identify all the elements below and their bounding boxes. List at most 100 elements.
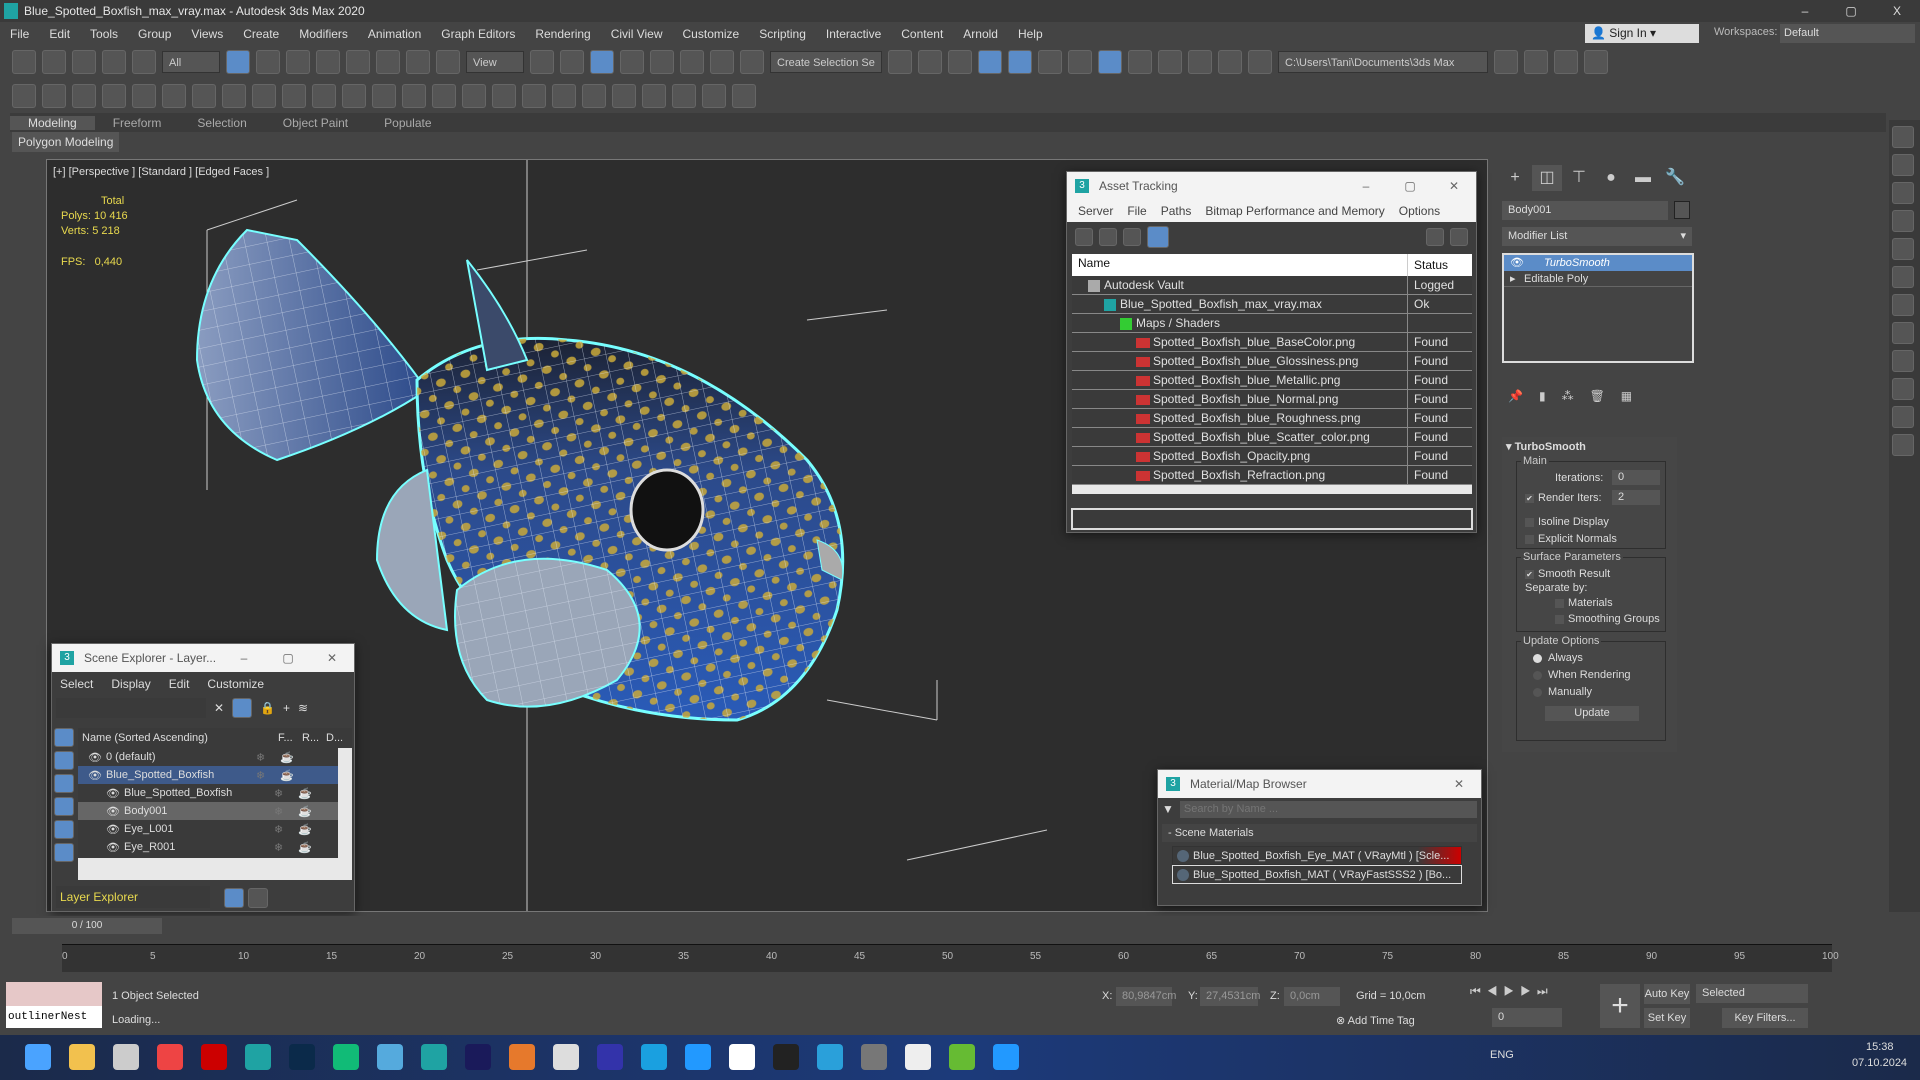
renderable-teapot-icon[interactable]: ☕: [280, 769, 300, 782]
project-icon[interactable]: [1494, 50, 1518, 74]
render-region-icon[interactable]: [672, 84, 696, 108]
iterations-spinner[interactable]: 0: [1612, 470, 1660, 485]
isolate-icon[interactable]: [12, 84, 36, 108]
maxscript-listener-top[interactable]: [6, 982, 102, 1006]
ribbon-icon[interactable]: [1008, 50, 1032, 74]
object-name-field[interactable]: Body001: [1502, 201, 1668, 220]
column-display[interactable]: D...: [326, 732, 343, 744]
show-end-result-icon[interactable]: ▮: [1539, 389, 1546, 403]
render-frame-icon[interactable]: [72, 84, 96, 108]
snap-icon[interactable]: [620, 50, 644, 74]
sphere-icon[interactable]: [282, 84, 306, 108]
scene-materials-group[interactable]: - Scene Materials: [1162, 824, 1477, 842]
app-blue-icon[interactable]: [685, 1044, 711, 1070]
freeze-icon[interactable]: ❄: [256, 769, 280, 782]
z-coordinate[interactable]: 0,0cm: [1284, 987, 1340, 1006]
project-folder-icon[interactable]: [1524, 50, 1548, 74]
menu-scripting[interactable]: Scripting: [749, 27, 816, 41]
list-view-icon[interactable]: [1099, 228, 1117, 246]
project-new-icon[interactable]: [1584, 50, 1608, 74]
menu-create[interactable]: Create: [233, 27, 289, 41]
close-button[interactable]: ✕: [1437, 777, 1481, 791]
freeze-icon[interactable]: ❄: [274, 823, 298, 836]
polygon-modeling-panel[interactable]: Polygon Modeling: [12, 132, 120, 152]
align-icon[interactable]: [918, 50, 942, 74]
material-item[interactable]: Blue_Spotted_Boxfish_MAT ( VRayFastSSS2 …: [1172, 865, 1462, 884]
hair-icon[interactable]: [462, 84, 486, 108]
rotate-icon[interactable]: [376, 50, 400, 74]
terminal-icon[interactable]: [773, 1044, 799, 1070]
g-app-icon[interactable]: [509, 1044, 535, 1070]
move-icon[interactable]: [346, 50, 370, 74]
shade-icon[interactable]: [42, 84, 66, 108]
spacewarps-filter-icon[interactable]: [54, 843, 74, 862]
ribbon-tab-freeform[interactable]: Freeform: [95, 116, 180, 130]
keyboard-shortcut-icon[interactable]: [590, 50, 614, 74]
x-coordinate[interactable]: 80,9847cm: [1116, 987, 1176, 1006]
menu-interactive[interactable]: Interactive: [816, 27, 891, 41]
scene-search-input[interactable]: [56, 698, 206, 718]
asset-row[interactable]: Spotted_Boxfish_blue_BaseColor.png Found: [1072, 333, 1472, 352]
start-icon[interactable]: [25, 1044, 51, 1070]
scene-tree-row[interactable]: 👁 Blue_Spotted_Boxfish ❄ ☕: [78, 784, 338, 802]
asset-menu-item[interactable]: Options: [1392, 204, 1447, 218]
material-ball-icon[interactable]: [642, 84, 666, 108]
close-button[interactable]: ✕: [1432, 179, 1476, 193]
bind-space-warp-icon[interactable]: [132, 50, 156, 74]
menu-modifiers[interactable]: Modifiers: [289, 27, 358, 41]
make-unique-icon[interactable]: ⁂: [1562, 389, 1574, 403]
stack-item-turbosmooth[interactable]: 👁 TurboSmooth: [1504, 255, 1692, 271]
link-icon[interactable]: [72, 50, 96, 74]
update-button[interactable]: Update: [1545, 706, 1639, 721]
clock-time[interactable]: 15:38: [1866, 1041, 1894, 1053]
explicit-normals-checkbox[interactable]: Explicit Normals: [1525, 533, 1617, 545]
pin-stack-icon[interactable]: 📌: [1508, 389, 1523, 403]
render-frame-icon[interactable]: [1158, 50, 1182, 74]
frame-buffer-icon[interactable]: [552, 84, 576, 108]
scene-menu-item[interactable]: Display: [111, 677, 150, 691]
scene-tree-row[interactable]: 👁 Blue_Spotted_Boxfish ❄ ☕: [78, 766, 338, 784]
scene-tree-row[interactable]: 👁 Eye_L001 ❄ ☕: [78, 820, 338, 838]
close-button[interactable]: ✕: [310, 651, 354, 665]
photoshop-icon[interactable]: [289, 1044, 315, 1070]
object-color-swatch[interactable]: [1674, 201, 1690, 219]
yandex-icon[interactable]: [729, 1044, 755, 1070]
scale-icon[interactable]: [406, 50, 430, 74]
maximize-button[interactable]: ▢: [266, 651, 310, 665]
light-lister-icon[interactable]: [162, 84, 186, 108]
ribbon-tab-object-paint[interactable]: Object Paint: [265, 116, 366, 130]
display-tab-icon[interactable]: ▬: [1628, 165, 1658, 191]
eye-icon[interactable]: 👁: [1510, 255, 1524, 271]
current-frame-field[interactable]: 0: [1492, 1008, 1562, 1027]
fur-icon[interactable]: [492, 84, 516, 108]
when-rendering-radio[interactable]: When Rendering: [1533, 669, 1631, 681]
app-settings-icon[interactable]: [993, 1044, 1019, 1070]
cameras-filter-icon[interactable]: [54, 797, 74, 816]
remove-modifier-icon[interactable]: 🗑: [1590, 389, 1605, 403]
scene-tree-row[interactable]: 👁 Body001 ❄ ☕: [78, 802, 338, 820]
side-tool-icon[interactable]: [1892, 266, 1914, 288]
angle-snap-icon[interactable]: [650, 50, 674, 74]
task-view-icon[interactable]: [113, 1044, 139, 1070]
side-tool-icon[interactable]: [1892, 378, 1914, 400]
column-name[interactable]: Name (Sorted Ascending): [78, 732, 278, 744]
project-set-icon[interactable]: [1554, 50, 1578, 74]
layers-icon[interactable]: ≋: [298, 701, 308, 715]
menu-animation[interactable]: Animation: [358, 27, 431, 41]
mirror-icon[interactable]: [888, 50, 912, 74]
renderable-teapot-icon[interactable]: ☕: [298, 787, 318, 800]
asset-menu-item[interactable]: Paths: [1154, 204, 1199, 218]
expand-arrow-icon[interactable]: ▸: [1510, 271, 1516, 287]
selection-filter-dropdown[interactable]: All: [162, 51, 220, 73]
always-radio[interactable]: Always: [1533, 652, 1583, 664]
materials-checkbox[interactable]: Materials: [1555, 597, 1613, 609]
scene-explorer-icon[interactable]: [948, 50, 972, 74]
filter-icon[interactable]: [232, 698, 253, 718]
visibility-eye-icon[interactable]: 👁: [78, 769, 106, 782]
render-setup-icon[interactable]: [1128, 50, 1152, 74]
scene-explorer-titlebar[interactable]: 3 Scene Explorer - Layer... – ▢ ✕: [52, 644, 354, 672]
playback-controls[interactable]: ⏮◀▶▶⏭: [1470, 984, 1554, 999]
side-tool-icon[interactable]: [1892, 406, 1914, 428]
viewport-label[interactable]: [+] [Perspective ] [Standard ] [Edged Fa…: [53, 166, 269, 178]
vray-toolbar-icon[interactable]: [222, 84, 246, 108]
